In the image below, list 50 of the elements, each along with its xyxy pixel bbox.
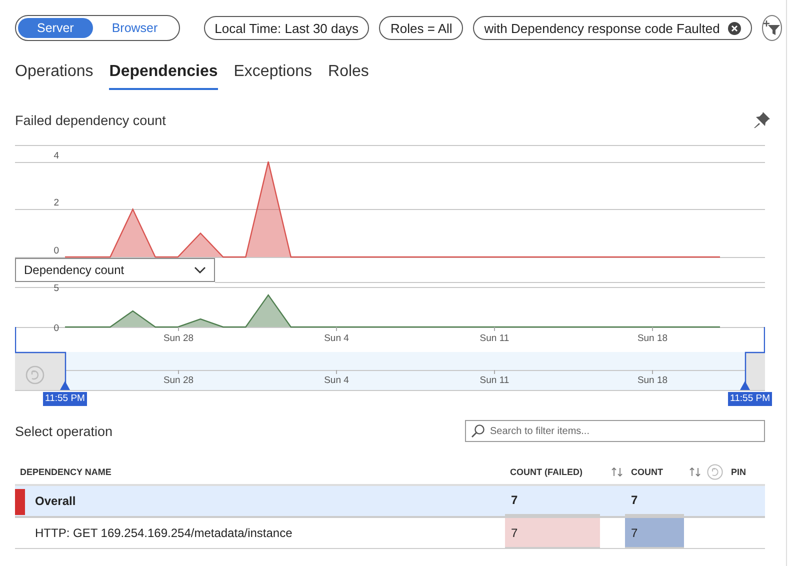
- filter-pill[interactable]: Roles = All: [379, 16, 464, 40]
- axis-tick-label: Sun 11: [480, 375, 510, 386]
- sort-icon[interactable]: [610, 467, 622, 477]
- pin-icon[interactable]: [753, 111, 771, 129]
- failed-count-cell: 7: [505, 518, 600, 548]
- column-header[interactable]: DEPENDENCY NAME: [20, 467, 112, 477]
- count-cell: 7: [625, 518, 684, 548]
- filter-pill[interactable]: with Dependency response code Faulted: [473, 16, 752, 40]
- filter-pill[interactable]: Local Time: Last 30 days: [204, 16, 370, 40]
- tab[interactable]: Exceptions: [234, 59, 312, 90]
- brush-handle[interactable]: [60, 381, 70, 390]
- excluded-range-shade: [745, 352, 765, 390]
- axis-tick-label: Sun 18: [637, 375, 668, 386]
- chart-title: Failed dependency count: [15, 112, 166, 128]
- excluded-range-shade: [15, 352, 65, 390]
- selection-marker: [15, 489, 25, 515]
- brush-handle[interactable]: [740, 381, 750, 390]
- search-field[interactable]: Search to filter items...: [465, 420, 765, 442]
- axis-tick-label: Sun 18: [637, 333, 668, 344]
- pin-cell[interactable]: [705, 486, 765, 518]
- sort-icon[interactable]: [689, 467, 701, 477]
- search-icon: [471, 424, 485, 438]
- column-header: PIN: [731, 467, 746, 477]
- brush-start-time: 11:55 PM: [43, 392, 87, 406]
- scope-toggle-option[interactable]: Browser: [92, 18, 177, 38]
- axis-tick-label: Sun 4: [324, 375, 349, 386]
- axis-tick-label: Sun 4: [324, 333, 349, 344]
- axis-tick-label: 0: [54, 246, 59, 256]
- chevron-down-icon: [194, 266, 206, 274]
- tab[interactable]: Dependencies: [109, 59, 218, 90]
- scope-toggle-option[interactable]: Server: [18, 18, 93, 38]
- add-filter-button[interactable]: [762, 15, 782, 41]
- brush-end-time: 11:55 PM: [728, 392, 772, 406]
- axis-tick-label: 2: [54, 198, 59, 208]
- axis-tick-label: Sun 11: [480, 333, 510, 344]
- close-icon[interactable]: [728, 22, 741, 34]
- axis-tick-label: 5: [54, 283, 59, 294]
- axis-tick-label: Sun 28: [163, 375, 194, 386]
- section-title: Select operation: [15, 424, 113, 438]
- metric-dropdown[interactable]: Dependency count: [15, 258, 215, 282]
- tab[interactable]: Operations: [15, 59, 94, 90]
- axis-tick-label: 0: [54, 323, 59, 334]
- axis-tick-label: Sun 28: [163, 333, 194, 344]
- table-row-name[interactable]: HTTP: GET 169.254.169.254/metadata/instance: [15, 518, 505, 549]
- funnel-plus-icon: [762, 20, 780, 35]
- tab[interactable]: Roles: [328, 59, 369, 90]
- column-header[interactable]: COUNT: [631, 467, 663, 477]
- table-row-name[interactable]: Overall: [15, 486, 505, 518]
- column-header[interactable]: COUNT (FAILED): [510, 467, 582, 477]
- axis-tick-label: 4: [54, 150, 59, 162]
